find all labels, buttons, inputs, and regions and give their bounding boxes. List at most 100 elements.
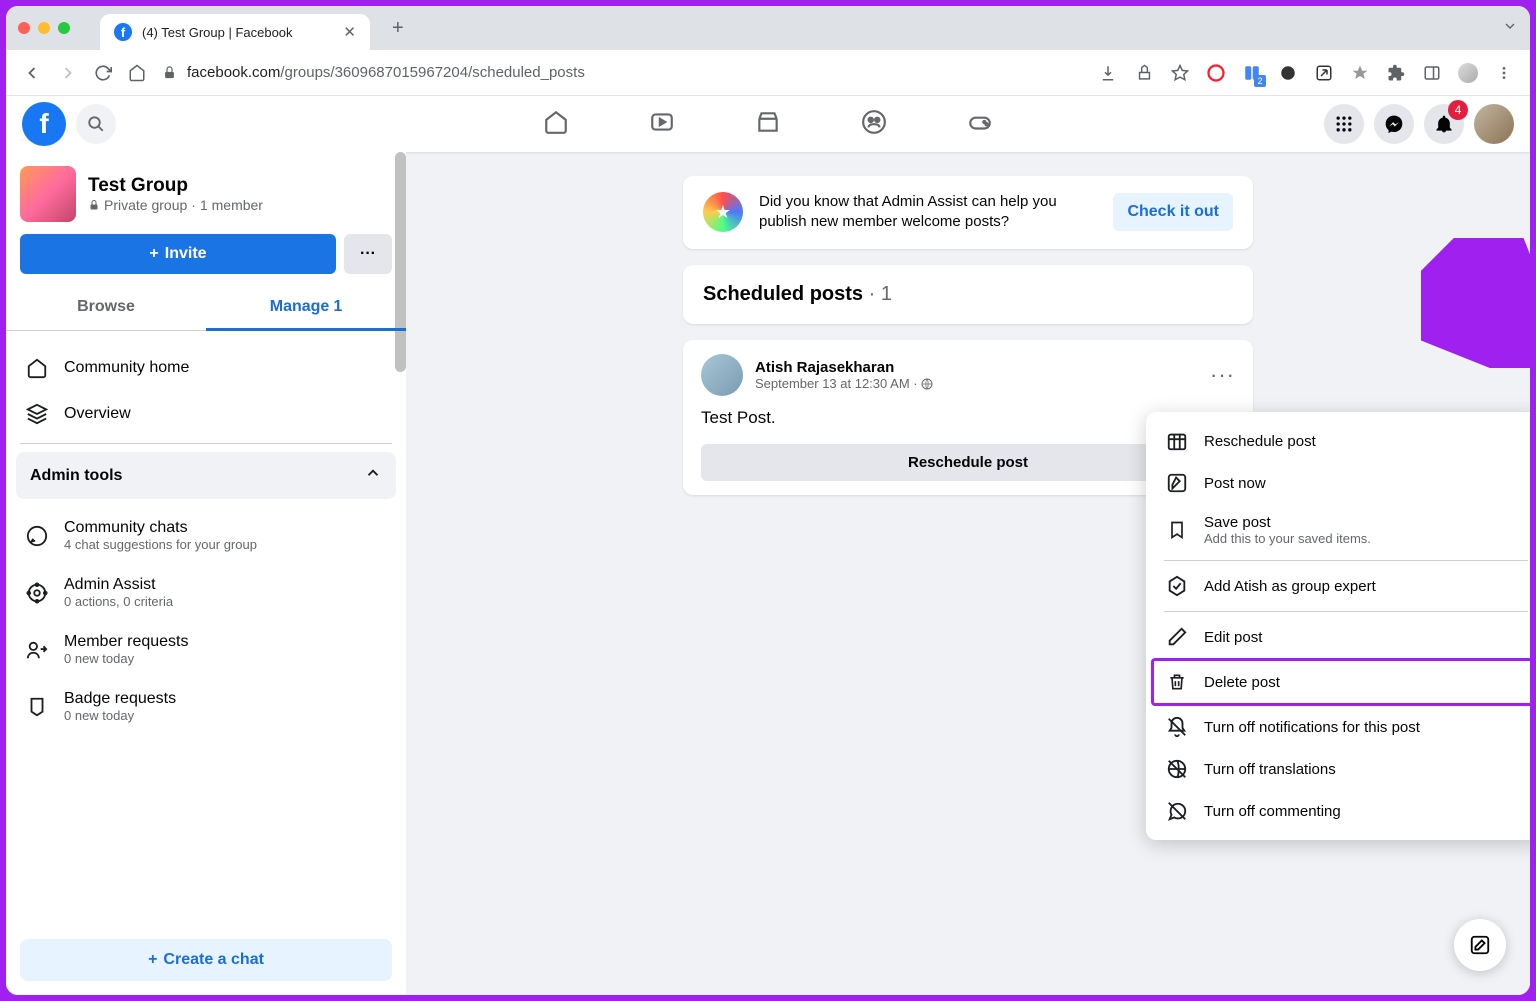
post-author-avatar[interactable] [701,354,743,396]
facebook-logo[interactable]: f [22,102,66,146]
tabs-overflow-icon[interactable] [1502,18,1518,39]
post-actions-menu: Reschedule post Post now Save postAdd th… [1146,412,1530,840]
bookmark-icon [1166,519,1188,541]
menu-comment-off[interactable]: Turn off commenting [1154,790,1530,832]
search-button[interactable] [76,104,116,144]
nav-watch-icon[interactable] [649,109,675,140]
group-name: Test Group [88,175,263,197]
menu-post-now[interactable]: Post now [1154,462,1530,504]
post-author-name[interactable]: Atish Rajasekharan [755,359,933,376]
address-bar[interactable]: facebook.com/groups/3609687015967204/sch… [162,64,1082,81]
trash-icon [1166,671,1188,693]
sidebar-item-member-requests[interactable]: Member requests0 new today [20,621,392,678]
post-time: September 13 at 12:30 AM · [755,376,933,391]
minimize-window-button[interactable] [38,22,50,34]
forward-button[interactable] [58,63,78,83]
notifications-button[interactable]: 4 [1424,104,1464,144]
ext-gray-icon[interactable] [1350,63,1370,83]
ext-blue-icon[interactable]: 2 [1242,63,1262,83]
tab-browse[interactable]: Browse [6,284,206,330]
check-it-out-button[interactable]: Check it out [1113,193,1233,231]
notif-badge: 4 [1448,100,1468,120]
bell-off-icon [1166,716,1188,738]
titlebar: f (4) Test Group | Facebook ✕ + [6,6,1530,50]
nav-groups-icon[interactable] [861,109,887,140]
annotation-arrow [1421,238,1530,368]
account-avatar[interactable] [1474,104,1514,144]
sidebar-scrollbar[interactable] [395,152,406,372]
globe-slash-icon [1166,758,1188,780]
browser-tab[interactable]: f (4) Test Group | Facebook ✕ [100,14,370,50]
sidebar-item-overview[interactable]: Overview [20,391,392,437]
banner-star-icon [703,192,743,232]
lock-icon [88,199,100,211]
extensions-icon[interactable] [1386,63,1406,83]
center-nav [543,109,993,140]
sidebar-item-badge-requests[interactable]: Badge requests0 new today [20,678,392,735]
comment-off-icon [1166,800,1188,822]
menu-icon[interactable] [1494,63,1514,83]
extension-icons: 2 [1098,63,1514,83]
admin-assist-banner: Did you know that Admin Assist can help … [683,176,1253,249]
reload-button[interactable] [94,64,112,82]
url-host: facebook.com [187,64,280,81]
create-chat-button[interactable]: +Create a chat [20,939,392,981]
install-icon[interactable] [1098,63,1118,83]
banner-text: Did you know that Admin Assist can help … [759,192,1097,233]
menu-add-expert[interactable]: Add Atish as group expert [1154,565,1530,607]
scheduled-posts-header: Scheduled posts · 1 [683,265,1253,324]
group-header: Test Group Private group · 1 member [20,166,392,222]
admin-tools-header[interactable]: Admin tools [16,452,396,499]
nav-gaming-icon[interactable] [967,109,993,140]
url-path: /groups/3609687015967204/scheduled_posts [280,64,584,81]
sidepanel-icon[interactable] [1422,63,1442,83]
main-content: Did you know that Admin Assist can help … [406,152,1530,995]
facebook-header: f 4 [6,96,1530,152]
post-more-button[interactable]: ··· [1210,362,1235,388]
window-controls [18,22,70,34]
messenger-button[interactable] [1374,104,1414,144]
nav-marketplace-icon[interactable] [755,109,781,140]
sidebar-item-admin-assist[interactable]: Admin Assist0 actions, 0 criteria [20,564,392,621]
menu-notif-off[interactable]: Turn off notifications for this post [1154,706,1530,748]
ext-opera-icon[interactable] [1206,63,1226,83]
right-nav: 4 [1324,104,1514,144]
menu-reschedule[interactable]: Reschedule post [1154,420,1530,462]
sidebar: Test Group Private group · 1 member +Inv… [6,152,406,995]
ext-send-icon[interactable] [1314,63,1334,83]
menu-delete-post[interactable]: Delete post [1151,658,1530,706]
more-actions-button[interactable]: ··· [344,234,392,274]
compose-fab[interactable] [1454,919,1506,971]
tab-close-icon[interactable]: ✕ [343,23,356,41]
share-icon[interactable] [1134,63,1154,83]
group-tabs: Browse Manage1 [6,284,406,331]
badge-icon [1166,575,1188,597]
tab-title: (4) Test Group | Facebook [142,25,293,40]
nav-home-icon[interactable] [543,109,569,140]
back-button[interactable] [22,63,42,83]
sidebar-item-community-chats[interactable]: Community chats4 chat suggestions for yo… [20,507,392,564]
browser-toolbar: facebook.com/groups/3609687015967204/sch… [6,50,1530,96]
pencil-icon [1166,626,1188,648]
group-meta: Private group · 1 member [88,197,263,213]
menu-grid-button[interactable] [1324,104,1364,144]
close-window-button[interactable] [18,22,30,34]
maximize-window-button[interactable] [58,22,70,34]
calendar-icon [1166,430,1188,452]
new-tab-button[interactable]: + [392,17,404,40]
lock-icon [162,65,177,80]
profile-avatar[interactable] [1458,63,1478,83]
tab-manage[interactable]: Manage1 [206,284,406,330]
globe-icon [921,378,933,390]
group-image[interactable] [20,166,76,222]
sidebar-item-community-home[interactable]: Community home [20,345,392,391]
edit-square-icon [1166,472,1188,494]
menu-edit-post[interactable]: Edit post [1154,616,1530,658]
menu-save-post[interactable]: Save postAdd this to your saved items. [1154,504,1530,556]
tab-favicon: f [114,23,132,41]
menu-trans-off[interactable]: Turn off translations [1154,748,1530,790]
home-button[interactable] [128,64,146,82]
invite-button[interactable]: +Invite [20,234,336,274]
ext-dark-icon[interactable] [1278,63,1298,83]
bookmark-star-icon[interactable] [1170,63,1190,83]
